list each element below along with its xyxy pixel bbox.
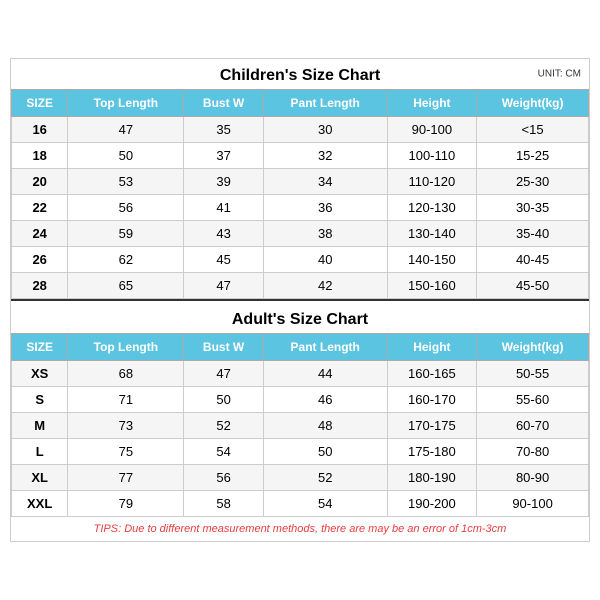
col-height-c: Height	[387, 90, 477, 117]
adults-title-text: Adult's Size Chart	[232, 311, 368, 328]
table-row: 1647353090-100<15	[12, 117, 589, 143]
table-row: 22564136120-13030-35	[12, 195, 589, 221]
table-row: M735248170-17560-70	[12, 413, 589, 439]
children-header-row: SIZE Top Length Bust W Pant Length Heigh…	[12, 90, 589, 117]
col-toplength-a: Top Length	[68, 334, 184, 361]
col-bustw-c: Bust W	[184, 90, 264, 117]
adults-body: XS684744160-16550-55S715046160-17055-60M…	[12, 361, 589, 517]
size-chart: Children's Size Chart UNIT: CM SIZE Top …	[10, 58, 590, 542]
table-row: XXL795854190-20090-100	[12, 491, 589, 517]
col-size-a: SIZE	[12, 334, 68, 361]
children-table: SIZE Top Length Bust W Pant Length Heigh…	[11, 89, 589, 299]
col-pantlength-a: Pant Length	[263, 334, 387, 361]
children-body: 1647353090-100<1518503732100-11015-25205…	[12, 117, 589, 299]
adults-title: Adult's Size Chart	[11, 299, 589, 333]
col-weight-a: Weight(kg)	[477, 334, 589, 361]
col-height-a: Height	[387, 334, 477, 361]
table-row: 28654742150-16045-50	[12, 273, 589, 299]
table-row: L755450175-18070-80	[12, 439, 589, 465]
unit-label: UNIT: CM	[538, 69, 581, 80]
children-title-text: Children's Size Chart	[220, 67, 380, 84]
col-weight-c: Weight(kg)	[477, 90, 589, 117]
table-row: XL775652180-19080-90	[12, 465, 589, 491]
table-row: XS684744160-16550-55	[12, 361, 589, 387]
children-title: Children's Size Chart UNIT: CM	[11, 59, 589, 89]
adults-header-row: SIZE Top Length Bust W Pant Length Heigh…	[12, 334, 589, 361]
table-row: 24594338130-14035-40	[12, 221, 589, 247]
table-row: 18503732100-11015-25	[12, 143, 589, 169]
tips-text: TIPS: Due to different measurement metho…	[11, 517, 589, 541]
adults-table: SIZE Top Length Bust W Pant Length Heigh…	[11, 333, 589, 517]
table-row: 26624540140-15040-45	[12, 247, 589, 273]
col-bustw-a: Bust W	[184, 334, 264, 361]
table-row: 20533934110-12025-30	[12, 169, 589, 195]
table-row: S715046160-17055-60	[12, 387, 589, 413]
col-size-c: SIZE	[12, 90, 68, 117]
col-pantlength-c: Pant Length	[263, 90, 387, 117]
col-toplength-c: Top Length	[68, 90, 184, 117]
